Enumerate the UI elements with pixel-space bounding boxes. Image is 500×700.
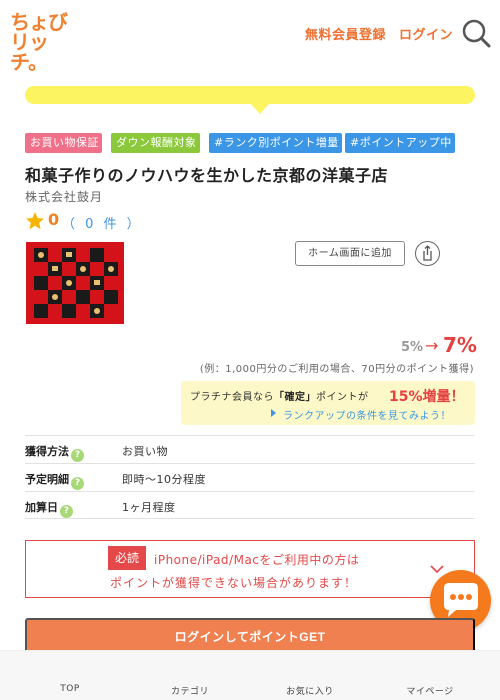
- warning-line-1: iPhone/iPad/Macをご利用中の方は: [154, 553, 360, 567]
- rank-up-link-label: ランクアップの条件を見てみよう！: [283, 411, 451, 422]
- nav-label: マイページ: [406, 687, 454, 697]
- help-icon[interactable]: ?: [60, 505, 73, 518]
- register-link[interactable]: 無料会員登録: [305, 24, 386, 43]
- platinum-text: プラチナ会員なら「確定」ポイントが: [190, 388, 369, 403]
- info-row-credit-date: 加算日? 1ヶ月程度: [25, 491, 475, 519]
- shop-title: 和菓子作りのノウハウを生かした京都の洋菓子店: [25, 166, 389, 185]
- login-link[interactable]: ログイン: [399, 24, 453, 43]
- info-row-schedule: 予定明細? 即時～10分程度: [25, 463, 475, 491]
- nav-favorites[interactable]: お気に入り: [250, 651, 370, 700]
- chobirich-logo[interactable]: ちょび リッチ。: [10, 10, 72, 72]
- nav-label: お気に入り: [286, 687, 334, 697]
- search-icon[interactable]: [460, 17, 492, 49]
- info-label: 予定明細?: [25, 471, 84, 490]
- header: ちょび リッチ。 無料会員登録 ログイン: [0, 0, 500, 72]
- info-value: お買い物: [122, 445, 168, 458]
- info-table: 獲得方法? お買い物 予定明細? 即時～10分程度 加算日? 1ヶ月程度: [25, 435, 475, 519]
- info-label: 獲得方法?: [25, 443, 84, 462]
- tag-point-up[interactable]: #ポイントアップ中: [345, 133, 455, 153]
- warning-line-2: ポイントが獲得できない場合があります！: [110, 576, 358, 590]
- info-label-text: 獲得方法: [25, 445, 69, 458]
- rank-up-link[interactable]: ランクアップの条件を見てみよう！: [271, 407, 451, 422]
- tag-rank-bonus[interactable]: #ランク別ポイント増量: [209, 133, 342, 153]
- nav-top[interactable]: TOP: [10, 651, 130, 700]
- info-label-text: 加算日: [25, 501, 58, 514]
- star-icon: [26, 212, 44, 230]
- bottom-nav: TOP カテゴリ お気に入り マイページ: [0, 650, 500, 700]
- apple-device-warning[interactable]: 必読 iPhone/iPad/Macをご利用中の方は ポイントが獲得できない場合…: [25, 540, 475, 598]
- share-icon[interactable]: [415, 241, 440, 266]
- nav-label: カテゴリ: [170, 687, 209, 697]
- platinum-promo: プラチナ会員なら「確定」ポイントが 15%増量！ ランクアップの条件を見てみよう…: [181, 381, 475, 425]
- platinum-suffix: ポイントが: [316, 392, 369, 403]
- tag-down-reward: ダウン報酬対象: [111, 133, 200, 153]
- nav-mypage[interactable]: マイページ: [370, 651, 490, 700]
- nav-category[interactable]: カテゴリ: [130, 651, 250, 700]
- rating-score: 0: [48, 210, 60, 229]
- old-point-rate: 5%: [401, 340, 424, 355]
- help-icon[interactable]: ?: [71, 477, 84, 490]
- shop-thumbnail: [26, 242, 124, 324]
- rate-arrow: →: [425, 336, 439, 355]
- nav-label: TOP: [60, 684, 80, 694]
- point-example-text: (例：1,000円分のご利用の場合、70円分のポイント獲得): [199, 364, 474, 375]
- tag-purchase-guarantee: お買い物保証: [25, 133, 102, 153]
- logo-line-2: リッチ。: [10, 30, 49, 74]
- must-read-badge: 必読: [108, 546, 146, 570]
- notice-bar: [25, 86, 475, 104]
- platinum-boost: 15%増量！: [389, 389, 465, 405]
- help-icon[interactable]: ?: [71, 449, 84, 462]
- info-label: 加算日?: [25, 499, 73, 518]
- logo-line-1: ちょび: [10, 10, 68, 34]
- platinum-prefix: プラチナ会員なら: [190, 392, 274, 403]
- review-count-link[interactable]: （ 0 件 ）: [62, 213, 143, 232]
- platinum-highlight: 「確定」: [274, 392, 316, 403]
- login-get-points-button[interactable]: ログインしてポイントGET: [25, 618, 475, 652]
- notice-bar-pointer: [251, 104, 269, 114]
- info-label-text: 予定明細: [25, 473, 69, 486]
- info-row-method: 獲得方法? お買い物: [25, 435, 475, 463]
- new-point-rate: 7%: [443, 333, 477, 357]
- company-name: 株式会社鼓月: [25, 190, 104, 204]
- info-value: 即時～10分程度: [122, 473, 206, 486]
- info-value: 1ヶ月程度: [122, 501, 176, 514]
- add-to-home-button[interactable]: ホーム画面に追加: [295, 241, 405, 266]
